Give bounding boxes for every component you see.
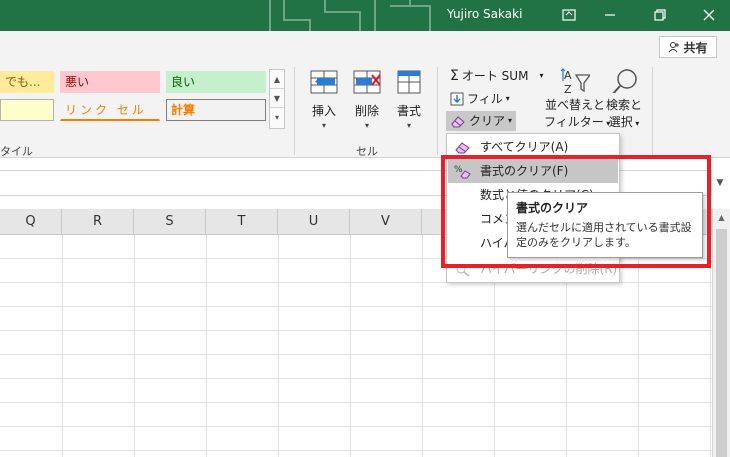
chevron-down-icon: ▾ <box>406 121 411 130</box>
chevron-down-icon: ▾ <box>505 94 510 103</box>
minimize-icon <box>605 14 615 16</box>
fill-down-icon <box>450 92 464 106</box>
column-header-s[interactable]: S <box>134 209 206 235</box>
autosum-button[interactable]: Σ オート SUM ▾ <box>450 66 543 86</box>
eraser-icon <box>451 116 465 128</box>
chevron-down-icon: ▾ <box>364 121 369 130</box>
find-select-button[interactable]: 検索と 選択 ▾ <box>604 67 644 130</box>
close-button[interactable] <box>697 4 721 26</box>
style-bad[interactable]: 悪い <box>60 71 160 93</box>
chevron-down-icon: ▾ <box>632 119 640 128</box>
ribbon-display-icon <box>562 9 576 21</box>
eraser-icon <box>455 142 470 154</box>
cells-group-label: セル <box>356 145 378 158</box>
excel-window: Yujiro Sakaki 共有 でも... 悪い 良い リンク セル 計算 ▲… <box>0 0 730 457</box>
restore-icon <box>654 9 666 21</box>
insert-label: 挿入 <box>311 104 336 118</box>
scroll-up-icon: ▲ <box>718 213 725 222</box>
format-label: 書式 <box>396 104 421 118</box>
chevron-down-icon: ▾ <box>321 121 326 130</box>
minimize-button[interactable] <box>598 4 622 26</box>
column-header-v[interactable]: V <box>350 209 422 235</box>
column-header-q[interactable]: Q <box>0 209 62 235</box>
insert-button[interactable]: 挿入 ▾ <box>305 69 343 130</box>
style-good[interactable]: 良い <box>166 71 266 93</box>
style-note[interactable] <box>0 99 54 121</box>
find-select-label-2: 選択 <box>608 115 633 129</box>
expand-formula-bar-icon[interactable]: ▼ <box>713 174 727 192</box>
group-separator <box>437 67 438 155</box>
ribbon: 共有 でも... 悪い 良い リンク セル 計算 ▲ ▼ ▾ タイル 挿入 ▾ <box>0 31 730 158</box>
magnifier-icon <box>611 69 637 96</box>
style-linked-cell[interactable]: リンク セル <box>60 99 160 121</box>
ribbon-display-options-button[interactable] <box>557 4 581 26</box>
sigma-icon: Σ <box>450 68 459 84</box>
sort-filter-button[interactable]: A Z 並べ替えと フィルター ▾ <box>544 67 610 130</box>
restore-button[interactable] <box>648 4 672 26</box>
format-button[interactable]: 書式 ▾ <box>390 69 428 130</box>
svg-text:A: A <box>564 69 572 82</box>
svg-text:Z: Z <box>564 83 572 93</box>
menu-item-label: すべてクリア(A) <box>480 140 569 154</box>
style-neutral[interactable]: でも... <box>0 71 54 93</box>
delete-label: 削除 <box>354 104 379 118</box>
annotation-highlight-box <box>441 155 711 268</box>
user-name[interactable]: Yujiro Sakaki <box>447 7 522 21</box>
gallery-scrollbar[interactable]: ▲ ▼ ▾ <box>269 69 285 129</box>
insert-cells-icon <box>310 70 338 94</box>
share-button[interactable]: 共有 <box>659 36 717 58</box>
group-separator <box>294 67 295 155</box>
sort-filter-label-1: 並べ替えと <box>544 98 605 112</box>
find-select-label-1: 検索と <box>605 98 642 112</box>
clear-label: クリア <box>469 114 506 128</box>
chevron-down-icon: ▾ <box>508 116 513 125</box>
column-header-t[interactable]: T <box>206 209 278 235</box>
style-calculation[interactable]: 計算 <box>166 99 266 121</box>
sort-filter-label-2: フィルター <box>544 115 604 129</box>
share-person-icon <box>669 42 680 53</box>
title-bar: Yujiro Sakaki <box>0 0 730 31</box>
delete-cells-icon <box>353 70 381 94</box>
vertical-scrollbar[interactable]: ▲ <box>712 209 730 457</box>
group-separator <box>652 67 653 155</box>
gallery-down-icon: ▼ <box>270 89 284 108</box>
circuit-pattern-icon <box>269 0 431 31</box>
format-cells-icon <box>397 70 421 94</box>
gallery-up-icon: ▲ <box>270 70 284 89</box>
chevron-down-icon: ▾ <box>539 71 544 80</box>
column-header-u[interactable]: U <box>278 209 350 235</box>
gallery-more-icon: ▾ <box>274 113 279 122</box>
delete-button[interactable]: 削除 ▾ <box>348 69 386 130</box>
fill-label: フィル <box>467 92 503 106</box>
autosum-label: オート SUM <box>461 69 529 83</box>
scroll-thumb[interactable] <box>716 229 727 457</box>
fill-button[interactable]: フィル ▾ <box>450 89 510 109</box>
column-header-r[interactable]: R <box>62 209 134 235</box>
sort-filter-icon: A Z <box>560 68 592 96</box>
share-label: 共有 <box>683 40 708 55</box>
title-bar-pattern <box>250 0 450 31</box>
clear-button[interactable]: クリア ▾ <box>446 111 517 131</box>
close-icon <box>703 9 715 21</box>
styles-group-label: タイル <box>0 145 33 158</box>
